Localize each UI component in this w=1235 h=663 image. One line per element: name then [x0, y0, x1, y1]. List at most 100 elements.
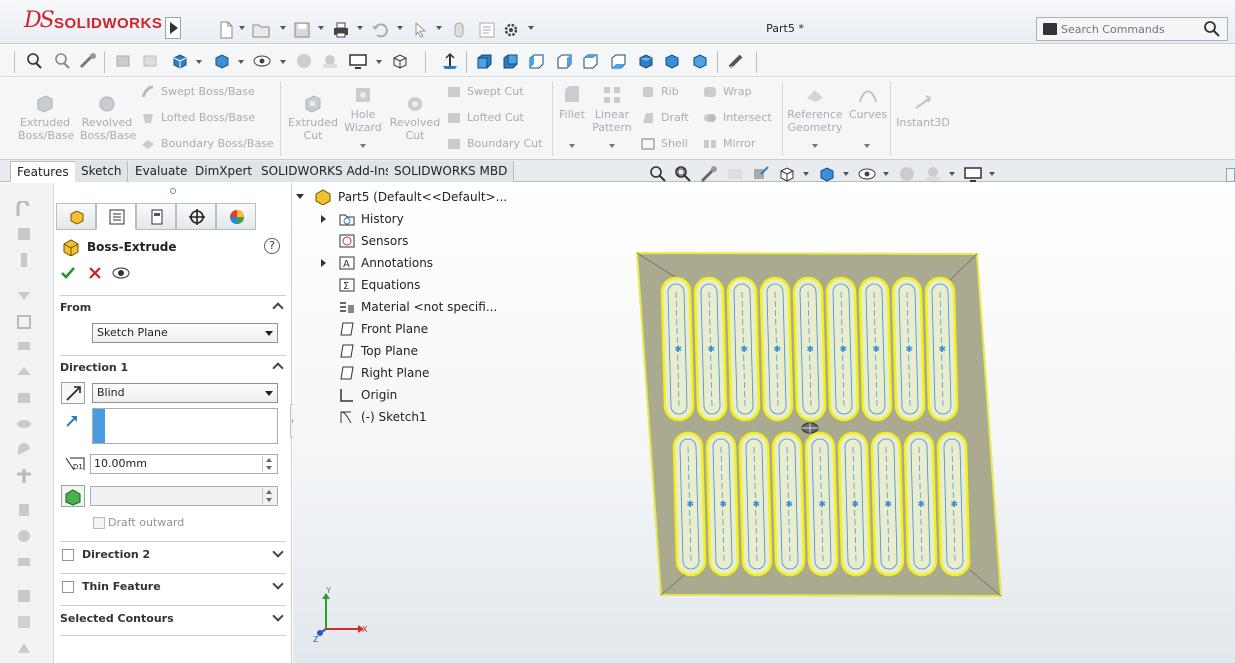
section-view-icon[interactable] — [114, 52, 134, 70]
save-icon[interactable] — [291, 20, 313, 40]
options-gear-icon[interactable] — [500, 20, 522, 40]
linear-pattern-button[interactable]: Linear Pattern — [590, 84, 634, 134]
strip-tool-icon[interactable] — [15, 553, 33, 571]
apply-scene-icon[interactable] — [320, 52, 340, 70]
draft-angle-input[interactable] — [90, 486, 278, 506]
boundary-cut-button[interactable]: Boundary Cut — [446, 136, 542, 152]
file-properties-icon[interactable] — [476, 20, 498, 40]
strip-tool-icon[interactable] — [15, 201, 33, 219]
depth-spinner[interactable] — [262, 456, 276, 472]
strip-tool-icon[interactable] — [15, 587, 33, 605]
draft-button[interactable]: Draft — [640, 110, 689, 126]
trimetric-view-icon[interactable] — [662, 52, 682, 70]
extruded-cut-button[interactable]: Extruded Cut — [286, 92, 340, 142]
search-commands-box[interactable] — [1036, 17, 1228, 41]
display-style-icon[interactable] — [817, 164, 837, 184]
print-icon[interactable] — [330, 20, 352, 40]
task-pane-toggle-button[interactable] — [1226, 168, 1235, 182]
tab-property-manager[interactable] — [96, 203, 136, 230]
draft-outward-checkbox[interactable] — [93, 517, 105, 529]
direction2-section-header[interactable]: Direction 2 — [82, 543, 286, 567]
thin-feature-checkbox[interactable] — [62, 581, 74, 593]
dimetric-view-icon[interactable] — [690, 52, 710, 70]
section-view-icon[interactable] — [725, 164, 745, 184]
menu-expand-button[interactable] — [165, 17, 181, 39]
from-section-header[interactable]: From — [60, 296, 286, 320]
previous-view-icon[interactable] — [78, 52, 98, 70]
solidworks-logo[interactable]: DS SOLIDWORKS — [20, 8, 162, 35]
strip-tool-icon[interactable] — [15, 613, 33, 631]
edit-appearance-icon[interactable] — [897, 164, 917, 184]
cancel-x-icon[interactable] — [88, 266, 102, 280]
mirror-button[interactable]: Mirror — [702, 136, 755, 152]
tab-evaluate[interactable]: Evaluate — [129, 161, 195, 182]
tab-configuration-manager[interactable] — [136, 203, 176, 230]
tab-feature-manager[interactable] — [56, 203, 96, 230]
depth-input[interactable]: 10.00mm — [90, 454, 278, 474]
tab-dimxpert-manager[interactable] — [176, 203, 216, 230]
strip-tool-icon[interactable] — [15, 639, 33, 657]
hole-wizard-button[interactable]: Hole Wizard — [338, 84, 388, 134]
swept-boss-base-button[interactable]: Swept Boss/Base — [140, 84, 255, 100]
strip-tool-icon[interactable] — [15, 389, 33, 407]
strip-tool-icon[interactable] — [15, 441, 33, 459]
expand-chevron-icon[interactable] — [272, 546, 284, 558]
undo-icon[interactable] — [369, 20, 391, 40]
strip-tool-icon[interactable] — [15, 467, 33, 485]
draft-angle-spinner[interactable] — [262, 488, 276, 504]
strip-tool-icon[interactable] — [15, 287, 33, 305]
previous-view-icon[interactable] — [699, 164, 719, 184]
edit-appearance-icon[interactable] — [294, 52, 314, 70]
ok-checkmark-icon[interactable] — [60, 265, 76, 281]
new-document-icon[interactable] — [215, 20, 237, 40]
hide-show-items-icon[interactable] — [857, 164, 877, 184]
tree-expand-toggle[interactable] — [321, 259, 326, 267]
dynamic-annotation-views-icon[interactable] — [751, 164, 771, 184]
expand-chevron-icon[interactable] — [272, 578, 284, 590]
from-select[interactable]: Sketch Plane — [92, 323, 278, 343]
collapse-chevron-icon[interactable] — [272, 302, 284, 314]
fillet-button[interactable]: Fillet — [556, 84, 588, 121]
zoom-to-area-icon[interactable] — [673, 164, 693, 184]
dynamic-annotation-icon[interactable] — [140, 52, 160, 70]
strip-tool-icon[interactable] — [15, 527, 33, 545]
measure-tool-icon[interactable] — [726, 52, 746, 70]
intersect-button[interactable]: Intersect — [702, 110, 772, 126]
top-view-icon[interactable] — [580, 52, 600, 70]
strip-tool-icon[interactable] — [15, 337, 33, 355]
revolved-boss-base-button[interactable]: Revolved Boss/Base — [80, 92, 136, 142]
detailed-preview-eye-icon[interactable] — [112, 265, 130, 281]
direction-reference-selection-box[interactable] — [92, 408, 278, 444]
part-model-view[interactable]: ✱ ✱ ✱ ✱ ✱ ✱ ✱ ✱ ✱ ✱ ✱ ✱ ✱ ✱ ✱ ✱ ✱ ✱ — [620, 240, 1020, 610]
isometric-view-icon[interactable] — [636, 52, 656, 70]
view-orientation-icon[interactable] — [777, 164, 797, 184]
lofted-cut-button[interactable]: Lofted Cut — [446, 110, 524, 126]
tab-solidworks-mbd[interactable]: SOLIDWORKS MBD — [388, 161, 515, 182]
selected-contours-section-header[interactable]: Selected Contours — [60, 607, 286, 631]
view-settings-icon[interactable] — [963, 164, 983, 184]
tab-solidworks-add-ins[interactable]: SOLIDWORKS Add-Ins — [255, 161, 399, 182]
right-view-icon[interactable] — [554, 52, 574, 70]
strip-tool-icon[interactable] — [15, 313, 33, 331]
direction1-section-header[interactable]: Direction 1 — [60, 356, 286, 380]
direction2-checkbox[interactable] — [62, 549, 74, 561]
zoom-to-fit-icon[interactable] — [24, 52, 44, 70]
strip-tool-icon[interactable] — [15, 225, 33, 243]
normal-to-icon[interactable] — [440, 52, 460, 70]
rib-button[interactable]: Rib — [640, 84, 679, 100]
open-folder-icon[interactable] — [250, 20, 272, 40]
collapse-chevron-icon[interactable] — [272, 362, 284, 374]
reverse-direction-button[interactable] — [61, 382, 85, 404]
rebuild-icon[interactable] — [448, 20, 470, 40]
end-condition-select[interactable]: Blind — [92, 383, 278, 403]
tab-dimxpert[interactable]: DimXpert — [189, 161, 260, 182]
swept-cut-button[interactable]: Swept Cut — [446, 84, 524, 100]
thin-feature-section-header[interactable]: Thin Feature — [82, 575, 286, 599]
front-view-icon[interactable] — [474, 52, 494, 70]
left-view-icon[interactable] — [526, 52, 546, 70]
tab-display-manager[interactable] — [216, 203, 256, 230]
search-input[interactable] — [1061, 21, 1201, 37]
strip-tool-icon[interactable] — [15, 501, 33, 519]
shell-button[interactable]: Shell — [640, 136, 688, 152]
boundary-boss-base-button[interactable]: Boundary Boss/Base — [140, 136, 274, 152]
